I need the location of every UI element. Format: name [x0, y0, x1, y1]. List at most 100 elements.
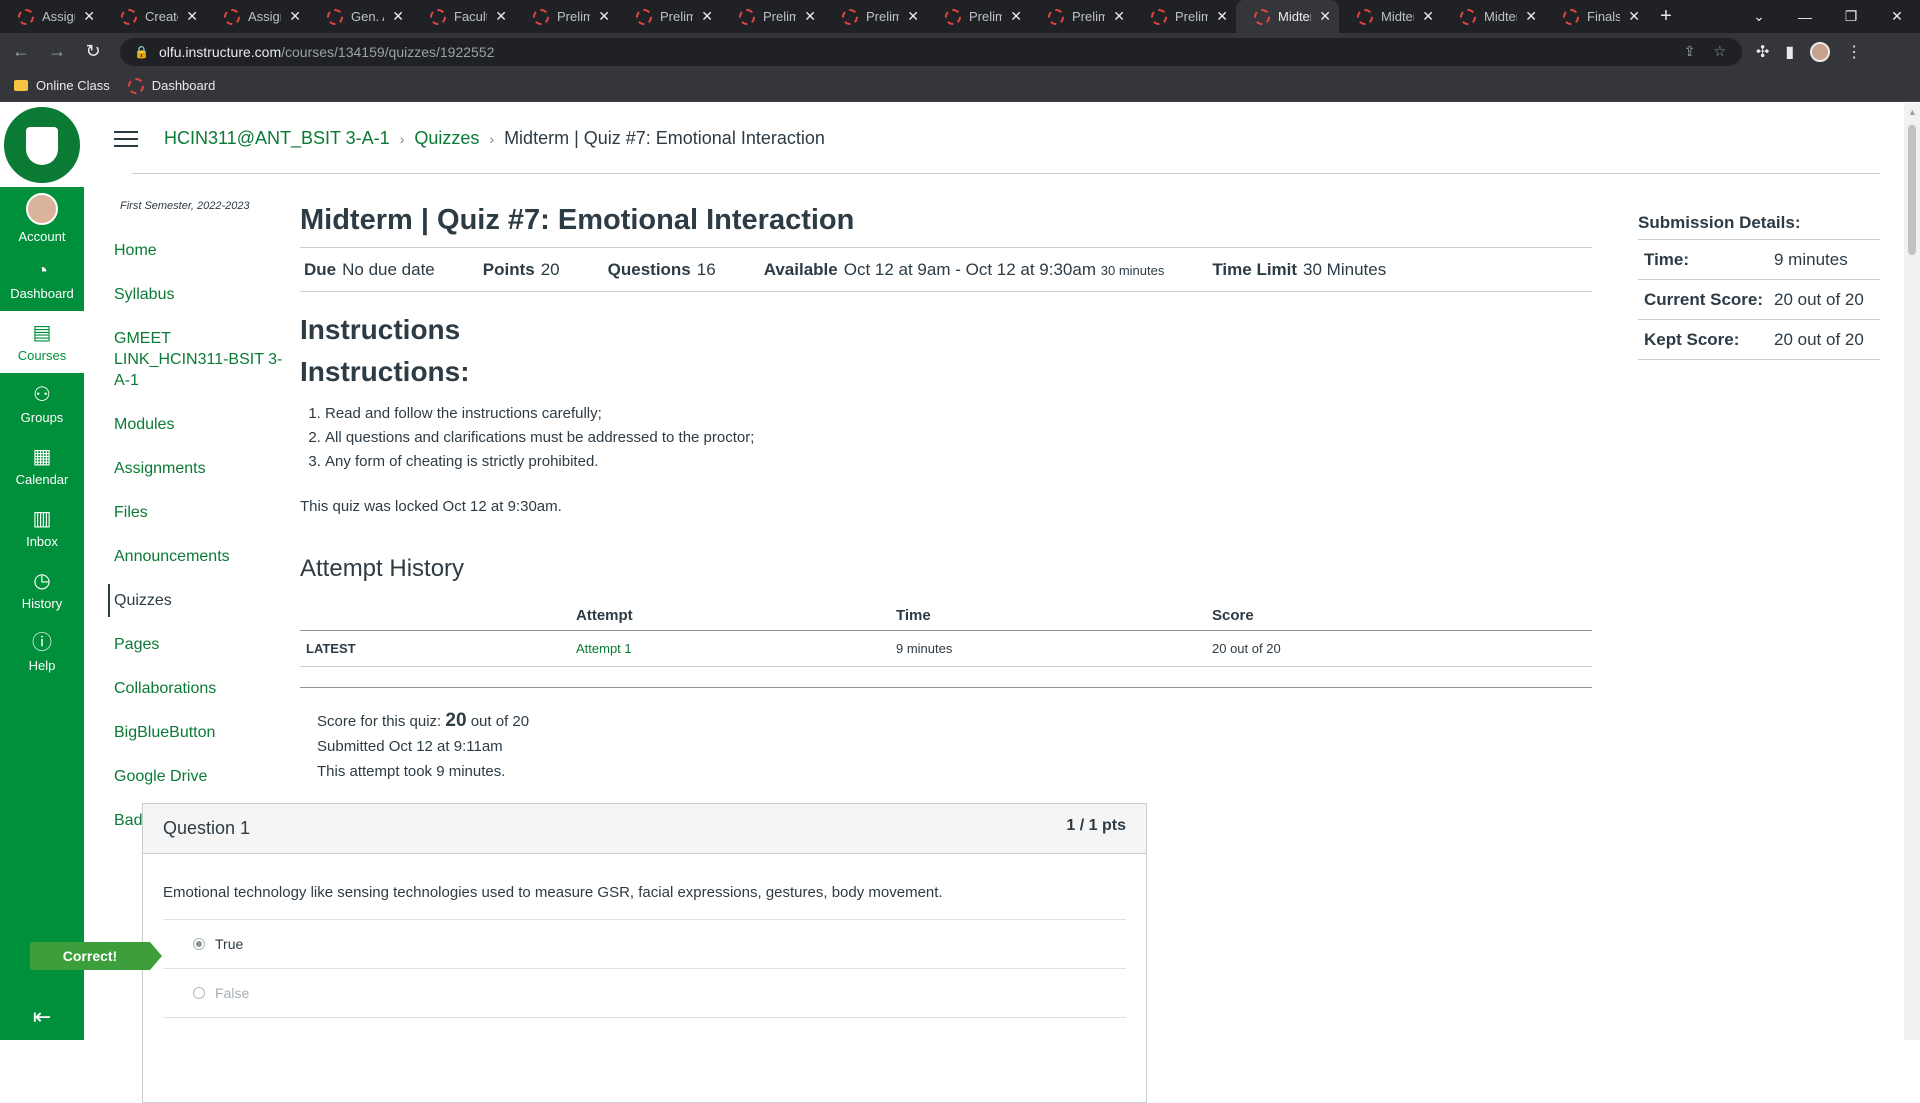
share-icon[interactable]: ⇪	[1684, 43, 1696, 60]
close-icon[interactable]: ✕	[701, 8, 713, 25]
browser-tab[interactable]: Prelim ✕	[618, 0, 721, 33]
side-panel-icon[interactable]: ▮	[1785, 42, 1794, 62]
course-nav-files[interactable]: Files	[114, 496, 284, 529]
hamburger-icon[interactable]	[114, 130, 138, 147]
close-icon[interactable]: ✕	[289, 8, 301, 25]
global-nav-dashboard[interactable]: ◔ Dashboard	[0, 249, 84, 311]
global-nav-calendar[interactable]: ▦ Calendar	[0, 435, 84, 497]
close-icon[interactable]: ✕	[495, 8, 507, 25]
bookmark-online-class[interactable]: Online Class	[14, 78, 110, 93]
profile-avatar[interactable]	[1810, 41, 1831, 62]
course-nav-bigbluebutton[interactable]: BigBlueButton	[114, 716, 284, 749]
time-limit-value: 30 Minutes	[1303, 259, 1387, 279]
course-nav-assignments[interactable]: Assignments	[114, 452, 284, 485]
divider	[300, 687, 1592, 688]
browser-tab[interactable]: Prelim ✕	[515, 0, 618, 33]
page-scrollbar[interactable]: ▲	[1904, 103, 1920, 1040]
global-nav-courses[interactable]: ▤ Courses	[0, 311, 84, 373]
bookmark-label: Dashboard	[151, 78, 216, 93]
window-controls: ⌄ — ❐ ✕	[1736, 0, 1920, 33]
close-icon[interactable]: ✕	[1628, 8, 1640, 25]
browser-tab[interactable]: Prelim ✕	[824, 0, 927, 33]
column-header	[300, 601, 570, 631]
close-icon[interactable]: ✕	[1319, 8, 1331, 25]
restore-icon[interactable]: ❐	[1828, 0, 1874, 33]
canvas-icon	[327, 8, 343, 25]
answer-option-true[interactable]: True	[163, 920, 1126, 969]
course-nav-announcements[interactable]: Announcements	[114, 540, 284, 573]
close-icon[interactable]: ✕	[1525, 8, 1537, 25]
attempt-link[interactable]: Attempt 1	[576, 641, 632, 656]
breadcrumb-course[interactable]: HCIN311@ANT_BSIT 3-A-1	[164, 128, 390, 149]
global-nav-inbox[interactable]: ▥ Inbox	[0, 497, 84, 559]
course-nav-pages[interactable]: Pages	[114, 628, 284, 661]
close-icon[interactable]: ✕	[1113, 8, 1125, 25]
extensions-icon[interactable]: ✣	[1756, 42, 1769, 62]
global-nav-groups[interactable]: ⚇ Groups	[0, 373, 84, 435]
tab-search-icon[interactable]: ⌄	[1736, 0, 1782, 33]
browser-tab[interactable]: Prelim ✕	[927, 0, 1030, 33]
breadcrumb-quizzes[interactable]: Quizzes	[414, 128, 479, 149]
browser-tab[interactable]: Assign ✕	[0, 0, 103, 33]
scroll-up-icon[interactable]: ▲	[1908, 107, 1917, 117]
courses-icon: ▤	[32, 321, 52, 344]
scrollbar-thumb[interactable]	[1908, 125, 1916, 255]
new-tab-button[interactable]: +	[1648, 0, 1684, 33]
detail-value: 9 minutes	[1774, 249, 1848, 269]
browser-tab[interactable]: Midter ✕	[1339, 0, 1442, 33]
browser-tab[interactable]: Finals ✕	[1545, 0, 1648, 33]
course-nav-modules[interactable]: Modules	[114, 408, 284, 441]
due-value: No due date	[342, 259, 435, 279]
forward-icon[interactable]: →	[42, 37, 72, 67]
browser-tab[interactable]: Gen. A ✕	[309, 0, 412, 33]
question-points: 1 / 1 pts	[1066, 816, 1126, 834]
course-nav-syllabus[interactable]: Syllabus	[114, 278, 284, 311]
close-icon[interactable]: ✕	[804, 8, 816, 25]
close-window-icon[interactable]: ✕	[1874, 0, 1920, 33]
global-nav-history[interactable]: ◷ History	[0, 559, 84, 621]
menu-icon[interactable]: ⋮	[1846, 42, 1862, 62]
instruction-item: Any form of cheating is strictly prohibi…	[325, 450, 1592, 474]
browser-tab[interactable]: Faculty ✕	[412, 0, 515, 33]
radio-selected-icon[interactable]	[193, 938, 205, 950]
close-icon[interactable]: ✕	[598, 8, 610, 25]
answer-option-false[interactable]: False	[163, 969, 1126, 1018]
radio-icon[interactable]	[193, 987, 205, 999]
course-nav-google-drive[interactable]: Google Drive	[114, 760, 284, 793]
browser-tab[interactable]: Prelim ✕	[1133, 0, 1236, 33]
questions-label: Questions	[607, 259, 691, 279]
global-nav-account[interactable]: Account	[0, 187, 84, 249]
close-icon[interactable]: ✕	[1216, 8, 1228, 25]
close-icon[interactable]: ✕	[907, 8, 919, 25]
help-icon: ⓘ	[32, 631, 52, 654]
close-icon[interactable]: ✕	[83, 8, 95, 25]
minimize-icon[interactable]: —	[1782, 0, 1828, 33]
bookmark-dashboard[interactable]: Dashboard	[127, 77, 216, 94]
lock-icon[interactable]: 🔒	[134, 45, 149, 59]
close-icon[interactable]: ✕	[1422, 8, 1434, 25]
browser-tab-active[interactable]: Midter ✕	[1236, 0, 1339, 33]
course-nav-gmeet-link[interactable]: GMEET LINK_HCIN311-BSIT 3-A-1	[114, 322, 284, 397]
browser-tab[interactable]: Midter ✕	[1442, 0, 1545, 33]
collapse-nav-icon[interactable]: ⇤	[0, 1004, 84, 1030]
points-label: Points	[482, 259, 535, 279]
browser-tab[interactable]: Assign ✕	[206, 0, 309, 33]
close-icon[interactable]: ✕	[1010, 8, 1022, 25]
browser-tab[interactable]: Create ✕	[103, 0, 206, 33]
question-header: Question 1 1 / 1 pts	[143, 804, 1146, 854]
tab-title: Faculty	[454, 9, 487, 24]
global-nav-help[interactable]: ⓘ Help	[0, 621, 84, 683]
browser-tab[interactable]: Prelim ✕	[1030, 0, 1133, 33]
back-icon[interactable]: ←	[6, 37, 36, 67]
course-nav-home[interactable]: Home	[114, 234, 284, 267]
close-icon[interactable]: ✕	[186, 8, 198, 25]
browser-tab[interactable]: Prelim ✕	[721, 0, 824, 33]
course-nav-collaborations[interactable]: Collaborations	[114, 672, 284, 705]
school-logo[interactable]	[0, 103, 84, 187]
reload-icon[interactable]: ↻	[78, 37, 108, 67]
global-nav: Account ◔ Dashboard ▤ Courses ⚇ Groups ▦ Cal…	[0, 103, 84, 1040]
bookmark-star-icon[interactable]: ☆	[1713, 43, 1726, 60]
close-icon[interactable]: ✕	[392, 8, 404, 25]
course-nav-quizzes[interactable]: Quizzes	[108, 584, 284, 617]
address-input[interactable]: 🔒 olfu.instructure.com/courses/134159/qu…	[120, 37, 1742, 66]
